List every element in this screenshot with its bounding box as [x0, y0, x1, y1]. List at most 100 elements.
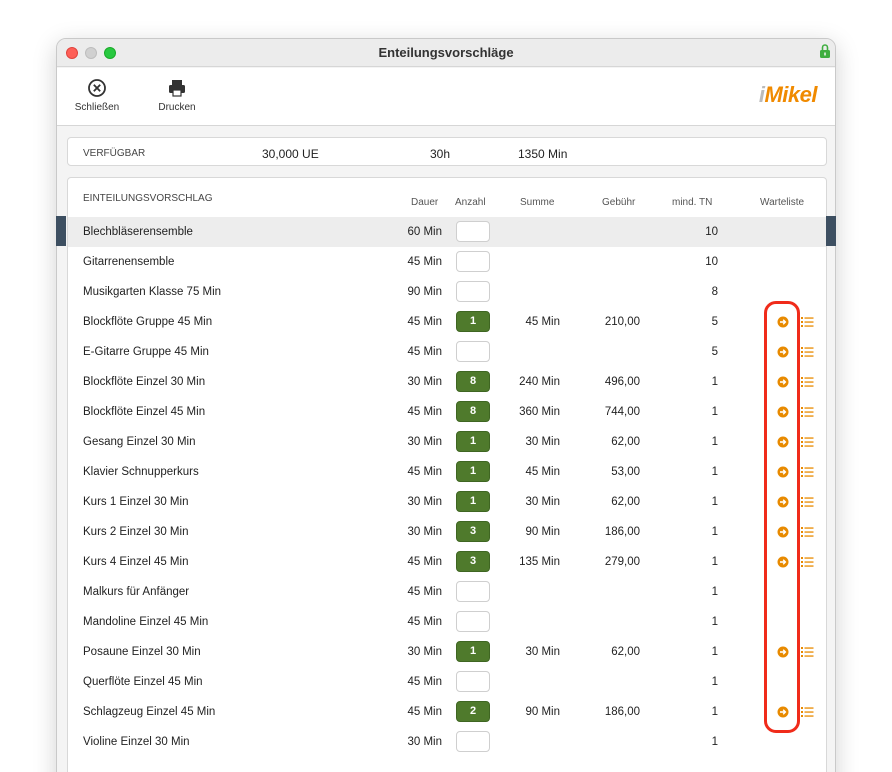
- count-input[interactable]: 3: [456, 521, 490, 542]
- course-duration: 45 Min: [407, 256, 442, 268]
- count-input[interactable]: [456, 671, 490, 692]
- list-icon[interactable]: [801, 646, 814, 658]
- table-row[interactable]: Klavier Schnupperkurs 45 Min 1 45 Min 53,00 1: [68, 457, 826, 487]
- course-fee: 62,00: [611, 436, 640, 448]
- course-fee: 62,00: [611, 646, 640, 658]
- course-duration: 45 Min: [407, 466, 442, 478]
- table-row[interactable]: Schlagzeug Einzel 45 Min 45 Min 2 90 Min 186…: [68, 697, 826, 727]
- count-input[interactable]: 2: [456, 701, 490, 722]
- list-icon[interactable]: [801, 496, 814, 508]
- course-name: Blechbläserensemble: [83, 226, 193, 238]
- course-sum: 90 Min: [525, 706, 560, 718]
- course-sum: 30 Min: [525, 646, 560, 658]
- count-input[interactable]: [456, 731, 490, 752]
- count-input[interactable]: 1: [456, 491, 490, 512]
- list-icon[interactable]: [801, 376, 814, 388]
- table-row[interactable]: Posaune Einzel 30 Min 30 Min 1 30 Min 62,00 1: [68, 637, 826, 667]
- count-input[interactable]: [456, 611, 490, 632]
- list-icon[interactable]: [801, 346, 814, 358]
- course-sum: 30 Min: [525, 436, 560, 448]
- imikel-logo: iMikel: [758, 82, 818, 107]
- count-input[interactable]: 3: [456, 551, 490, 572]
- available-ue: 30,000 UE: [262, 147, 319, 161]
- min-participants: 1: [711, 436, 718, 448]
- count-input[interactable]: 8: [456, 371, 490, 392]
- table-row[interactable]: Mandoline Einzel 45 Min 45 Min 1: [68, 607, 826, 637]
- course-name: Posaune Einzel 30 Min: [83, 646, 201, 658]
- list-icon[interactable]: [801, 706, 814, 718]
- course-duration: 45 Min: [407, 706, 442, 718]
- course-name: Schlagzeug Einzel 45 Min: [83, 706, 216, 718]
- lock-icon: [820, 44, 830, 58]
- min-participants: 10: [705, 226, 718, 238]
- available-minutes: 1350 Min: [518, 147, 568, 161]
- min-participants: 1: [711, 616, 718, 628]
- table-row[interactable]: Gesang Einzel 30 Min 30 Min 1 30 Min 62,00 1: [68, 427, 826, 457]
- min-participants: 1: [711, 736, 718, 748]
- list-icon[interactable]: [801, 466, 814, 478]
- table-title: EINTEILUNGSVORSCHLAG: [83, 193, 213, 204]
- table-row[interactable]: Kurs 4 Einzel 45 Min 45 Min 3 135 Min 279,00…: [68, 547, 826, 577]
- course-fee: 62,00: [611, 496, 640, 508]
- table-row[interactable]: Blockflöte Gruppe 45 Min 45 Min 1 45 Min 210…: [68, 307, 826, 337]
- course-duration: 45 Min: [407, 586, 442, 598]
- print-button-label: Drucken: [158, 102, 196, 113]
- course-sum: 45 Min: [525, 466, 560, 478]
- count-input[interactable]: 1: [456, 461, 490, 482]
- count-input[interactable]: [456, 581, 490, 602]
- course-name: Mandoline Einzel 45 Min: [83, 616, 209, 628]
- table-row[interactable]: Blockflöte Einzel 30 Min 30 Min 8 240 Min 49…: [68, 367, 826, 397]
- warteliste-highlight-frame: [764, 301, 800, 733]
- printer-icon: [169, 80, 185, 97]
- min-participants: 1: [711, 376, 718, 388]
- count-input[interactable]: [456, 341, 490, 362]
- course-duration: 30 Min: [407, 496, 442, 508]
- course-name: Malkurs für Anfänger: [83, 586, 190, 598]
- course-name: Gesang Einzel 30 Min: [83, 436, 196, 448]
- min-participants: 1: [711, 586, 718, 598]
- print-button[interactable]: Drucken: [155, 78, 199, 113]
- course-sum: 90 Min: [525, 526, 560, 538]
- course-name: Kurs 2 Einzel 30 Min: [83, 526, 189, 538]
- list-icon[interactable]: [801, 406, 814, 418]
- course-sum: 30 Min: [525, 496, 560, 508]
- count-input[interactable]: 1: [456, 431, 490, 452]
- table-row[interactable]: E-Gitarre Gruppe 45 Min 45 Min 5: [68, 337, 826, 367]
- list-icon[interactable]: [801, 316, 814, 328]
- course-name: Blockflöte Einzel 45 Min: [83, 406, 206, 418]
- course-fee: 496,00: [604, 376, 640, 388]
- table-row[interactable]: Blockflöte Einzel 45 Min 45 Min 8 360 Min 74…: [68, 397, 826, 427]
- close-button[interactable]: Schließen: [73, 78, 121, 113]
- course-name: Blockflöte Gruppe 45 Min: [83, 316, 213, 328]
- course-duration: 60 Min: [407, 226, 442, 238]
- selection-indicator-left: [56, 216, 66, 246]
- course-duration: 90 Min: [407, 286, 442, 298]
- table-row[interactable]: Querflöte Einzel 45 Min 45 Min 1: [68, 667, 826, 697]
- list-icon[interactable]: [801, 436, 814, 448]
- list-icon[interactable]: [801, 556, 814, 568]
- min-participants: 1: [711, 706, 718, 718]
- table-row[interactable]: Blechbläserensemble 60 Min 10: [68, 217, 826, 247]
- list-icon[interactable]: [801, 526, 814, 538]
- count-input[interactable]: [456, 281, 490, 302]
- count-input[interactable]: 8: [456, 401, 490, 422]
- course-duration: 30 Min: [407, 646, 442, 658]
- course-name: Kurs 1 Einzel 30 Min: [83, 496, 189, 508]
- table-row[interactable]: Violine Einzel 30 Min 30 Min 1: [68, 727, 826, 757]
- course-sum: 240 Min: [519, 376, 560, 388]
- course-duration: 45 Min: [407, 616, 442, 628]
- table-row[interactable]: Kurs 2 Einzel 30 Min 30 Min 3 90 Min 186,00 1: [68, 517, 826, 547]
- selection-indicator-right: [826, 216, 836, 246]
- min-participants: 1: [711, 556, 718, 568]
- count-input[interactable]: 1: [456, 311, 490, 332]
- count-input[interactable]: [456, 251, 490, 272]
- table-row[interactable]: Kurs 1 Einzel 30 Min 30 Min 1 30 Min 62,00 1: [68, 487, 826, 517]
- table-row[interactable]: Musikgarten Klasse 75 Min 90 Min 8: [68, 277, 826, 307]
- course-fee: 186,00: [604, 706, 640, 718]
- course-duration: 45 Min: [407, 346, 442, 358]
- count-input[interactable]: [456, 221, 490, 242]
- table-row[interactable]: Gitarrenensemble 45 Min 10: [68, 247, 826, 277]
- table-row[interactable]: Malkurs für Anfänger 45 Min 1: [68, 577, 826, 607]
- min-participants: 8: [711, 286, 718, 298]
- count-input[interactable]: 1: [456, 641, 490, 662]
